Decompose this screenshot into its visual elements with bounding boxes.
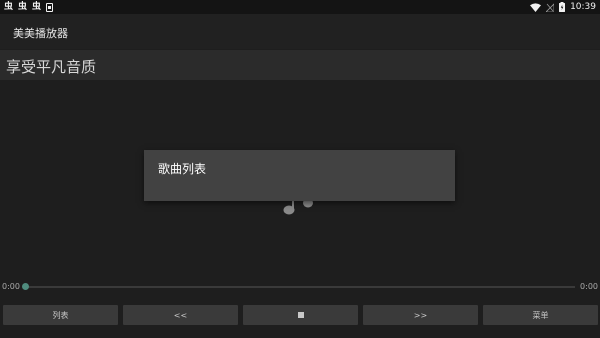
- previous-button[interactable]: <<: [123, 305, 238, 325]
- list-button[interactable]: 列表: [3, 305, 118, 325]
- elapsed-time: 0:00: [2, 282, 20, 291]
- seek-bar[interactable]: [25, 286, 575, 288]
- bug-notification-icon: 虫: [4, 2, 14, 12]
- subtitle-banner: 享受平凡音质: [0, 50, 600, 80]
- menu-button[interactable]: 菜单: [483, 305, 598, 325]
- battery-icon: [559, 2, 566, 12]
- app-title: 美美播放器: [13, 27, 68, 40]
- next-button[interactable]: >>: [363, 305, 478, 325]
- subtitle-text: 享受平凡音质: [6, 58, 97, 76]
- screen: 虫 虫 虫 10:39 美美播放器 享受平凡音质 歌曲列表 0:00 0:00 …: [0, 0, 600, 338]
- stop-button[interactable]: [243, 305, 358, 325]
- list-button-label: 列表: [52, 310, 69, 320]
- sd-card-icon: [46, 3, 54, 12]
- notification-area: 虫 虫 虫: [4, 1, 54, 13]
- previous-button-label: <<: [173, 310, 188, 320]
- dialog-title: 歌曲列表: [158, 162, 207, 176]
- wifi-icon: [530, 2, 542, 12]
- seek-thumb[interactable]: [22, 283, 29, 290]
- total-time: 0:00: [580, 282, 598, 291]
- app-bar: 美美播放器: [0, 14, 600, 49]
- signal-off-icon: [546, 2, 555, 12]
- stop-icon: [297, 312, 304, 318]
- system-icons: 10:39: [530, 1, 596, 13]
- menu-button-label: 菜单: [532, 310, 549, 320]
- bug-notification-icon: 虫: [32, 2, 42, 12]
- song-list-dialog[interactable]: 歌曲列表: [144, 150, 455, 201]
- status-bar: 虫 虫 虫 10:39: [0, 0, 600, 14]
- next-button-label: >>: [413, 310, 428, 320]
- clock: 10:39: [570, 2, 596, 12]
- control-bar: 列表 << >> 菜单: [0, 305, 600, 325]
- bug-notification-icon: 虫: [18, 2, 28, 12]
